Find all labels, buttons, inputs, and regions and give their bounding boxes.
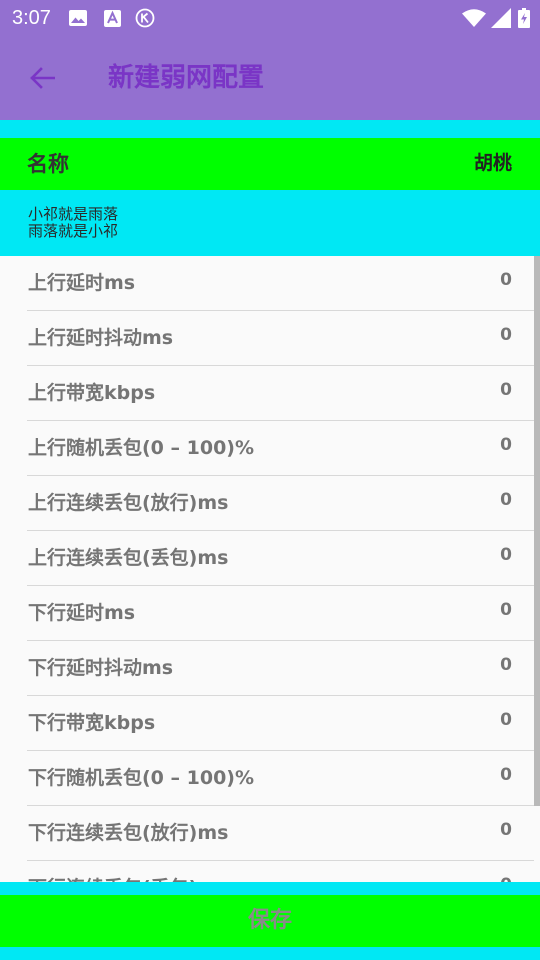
setting-row[interactable]: 下行延时ms 0	[0, 586, 534, 641]
description-line: 小祁就是雨落	[28, 205, 119, 223]
setting-value: 0	[500, 545, 512, 565]
font-icon	[103, 8, 121, 28]
save-button[interactable]: 保存	[0, 895, 540, 947]
setting-label: 上行带宽kbps	[28, 382, 156, 404]
setting-row[interactable]: 上行随机丢包(0 – 100)% 0	[0, 421, 534, 476]
page-title: 新建弱网配置	[108, 63, 265, 93]
description-block[interactable]: 小祁就是雨落 雨落就是小祁	[0, 190, 540, 256]
setting-row[interactable]: 下行连续丢包(放行)ms 0	[0, 806, 534, 861]
setting-value: 0	[500, 765, 512, 785]
back-button[interactable]	[20, 58, 64, 98]
setting-row[interactable]: 上行连续丢包(丢包)ms 0	[0, 531, 534, 586]
setting-row[interactable]: 上行延时ms 0	[0, 256, 534, 311]
image-icon	[68, 8, 88, 28]
setting-value: 0	[500, 270, 512, 290]
setting-label: 上行连续丢包(丢包)ms	[28, 547, 229, 569]
setting-label: 下行随机丢包(0 – 100)%	[28, 767, 255, 789]
k-badge-icon	[135, 8, 155, 28]
setting-row[interactable]: 上行连续丢包(放行)ms 0	[0, 476, 534, 531]
setting-label: 下行连续丢包(放行)ms	[28, 822, 229, 844]
setting-value: 0	[500, 710, 512, 730]
section-divider	[0, 120, 540, 138]
name-label: 名称	[27, 152, 69, 176]
signal-icon	[491, 8, 511, 28]
settings-list[interactable]: 上行延时ms 0 上行延时抖动ms 0 上行带宽kbps 0 上行随机丢包(0 …	[0, 256, 540, 882]
setting-value: 0	[500, 435, 512, 455]
arrow-left-icon	[29, 67, 55, 89]
setting-row[interactable]: 下行延时抖动ms 0	[0, 641, 534, 696]
name-value: 胡桃	[473, 152, 512, 174]
setting-label: 上行延时ms	[28, 272, 136, 294]
setting-value: 0	[500, 655, 512, 675]
bottom-strip	[0, 947, 540, 960]
battery-icon	[518, 8, 530, 28]
setting-label: 下行延时ms	[28, 602, 136, 624]
setting-row[interactable]: 下行带宽kbps 0	[0, 696, 534, 751]
setting-value: 0	[500, 872, 512, 882]
setting-label: 下行延时抖动ms	[28, 657, 174, 679]
setting-value: 0	[500, 380, 512, 400]
setting-value: 0	[500, 325, 512, 345]
status-time: 3:07	[12, 7, 51, 29]
setting-label: 上行随机丢包(0 – 100)%	[28, 437, 255, 459]
wifi-icon	[462, 8, 486, 28]
setting-row[interactable]: 上行带宽kbps 0	[0, 366, 534, 421]
app-bar: 新建弱网配置	[0, 36, 540, 120]
setting-row[interactable]: 上行延时抖动ms 0	[0, 311, 534, 366]
save-bar: 保存	[0, 895, 540, 947]
status-bar: 3:07	[0, 0, 540, 36]
setting-label: 下行连续丢包(丢包)ms	[28, 874, 228, 882]
setting-label: 上行连续丢包(放行)ms	[28, 492, 229, 514]
setting-row[interactable]: 下行随机丢包(0 – 100)% 0	[0, 751, 534, 806]
setting-value: 0	[500, 600, 512, 620]
setting-row[interactable]: 下行连续丢包(丢包)ms 0	[0, 861, 534, 882]
setting-label: 上行延时抖动ms	[28, 327, 174, 349]
name-field[interactable]: 名称 胡桃	[0, 138, 540, 190]
section-divider	[0, 882, 540, 895]
setting-label: 下行带宽kbps	[28, 712, 156, 734]
setting-value: 0	[500, 820, 512, 840]
description-line: 雨落就是小祁	[28, 222, 119, 240]
scrollbar[interactable]	[534, 256, 540, 806]
setting-value: 0	[500, 490, 512, 510]
